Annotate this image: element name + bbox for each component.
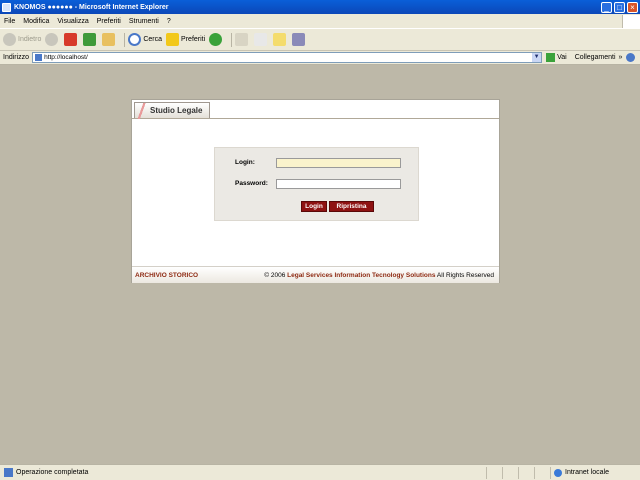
menu-help[interactable]: ? (163, 18, 175, 25)
copyright-rights: All Rights Reserved (436, 272, 494, 279)
window-title: KNOMOS ●●●●●● - Microsoft Internet Explo… (14, 3, 169, 11)
password-label: Password: (235, 180, 268, 187)
messenger-icon (292, 33, 306, 46)
security-zone: Intranet locale (550, 466, 630, 479)
menu-strumenti[interactable]: Strumenti (125, 18, 163, 25)
mail-icon (235, 33, 249, 46)
links-button[interactable]: Collegamenti (575, 54, 616, 61)
stop-icon (64, 33, 78, 46)
windows-logo-icon (622, 14, 640, 28)
maximize-button[interactable]: □ (614, 1, 625, 13)
address-input[interactable]: http://localhost/ ▼ (32, 52, 543, 63)
page-icon (35, 54, 43, 61)
history-icon (209, 33, 223, 46)
search-label: Cerca (143, 36, 163, 43)
status-cell (502, 466, 518, 479)
menu-modifica[interactable]: Modifica (19, 18, 53, 25)
standard-toolbar: Indietro Cerca Preferiti (0, 29, 640, 51)
refresh-button[interactable] (83, 33, 98, 46)
stop-button[interactable] (64, 33, 79, 46)
back-label: Indietro (18, 36, 42, 43)
home-button[interactable] (102, 33, 117, 46)
window-titlebar: KNOMOS ●●●●●● - Microsoft Internet Explo… (0, 0, 640, 14)
forward-button[interactable] (45, 33, 60, 46)
address-label: Indirizzo (3, 54, 30, 61)
toolbar-separator (124, 32, 126, 47)
tab-stripe-icon (137, 103, 147, 119)
address-url: http://localhost/ (44, 54, 88, 61)
intranet-icon (554, 468, 562, 477)
menu-visualizza[interactable]: Visualizza (53, 18, 92, 25)
history-button[interactable] (209, 33, 224, 46)
copyright: © 2006 Legal Services Information Tecnol… (264, 272, 494, 279)
refresh-icon (83, 33, 97, 46)
home-icon (102, 33, 116, 46)
ie-icon (2, 2, 11, 12)
password-input[interactable] (276, 179, 401, 189)
go-arrow-icon (546, 53, 556, 62)
panel-header: Studio Legale (132, 100, 499, 119)
copyright-org: Legal Services Information Tecnology Sol… (287, 272, 436, 279)
reset-button[interactable]: Ripristina (329, 201, 374, 212)
favorites-button[interactable]: Preferiti (166, 33, 205, 46)
links-chevron-icon[interactable]: » (619, 54, 623, 61)
star-icon (166, 33, 180, 46)
panel-title: Studio Legale (150, 106, 203, 115)
edit-button[interactable] (273, 33, 288, 46)
login-button[interactable]: Login (301, 201, 327, 212)
resize-grip[interactable] (630, 467, 640, 479)
edit-icon (273, 33, 287, 46)
back-arrow-icon (3, 33, 16, 46)
search-button[interactable]: Cerca (128, 33, 162, 46)
login-label: Login: (235, 159, 255, 166)
archive-link[interactable]: ARCHIVIO STORICO (135, 272, 198, 279)
print-icon (254, 33, 268, 46)
status-cell (486, 466, 502, 479)
favorites-label: Preferiti (181, 36, 206, 43)
norton-icon[interactable] (626, 53, 636, 62)
print-button[interactable] (254, 33, 269, 46)
address-bar: Indirizzo http://localhost/ ▼ Vai Colleg… (0, 51, 640, 65)
copyright-year: © 2006 (264, 272, 286, 279)
page-done-icon (4, 468, 13, 477)
mail-button[interactable] (235, 33, 250, 46)
login-panel: Studio Legale Login: Password: Login Rip… (131, 99, 500, 283)
minimize-button[interactable]: _ (601, 1, 612, 13)
back-button[interactable]: Indietro (3, 33, 41, 46)
status-bar: Operazione completata Intranet locale (0, 464, 640, 480)
status-cell (534, 466, 550, 479)
messenger-button[interactable] (292, 33, 307, 46)
login-form: Login: Password: Login Ripristina (214, 147, 419, 221)
menu-preferiti[interactable]: Preferiti (93, 18, 125, 25)
zone-label: Intranet locale (565, 469, 609, 476)
go-button[interactable]: Vai (546, 53, 567, 62)
go-label: Vai (557, 54, 567, 61)
status-text: Operazione completata (16, 469, 89, 476)
menu-bar: File Modifica Visualizza Preferiti Strum… (0, 14, 640, 29)
search-icon (128, 33, 142, 46)
panel-tab: Studio Legale (134, 102, 210, 119)
panel-footer: ARCHIVIO STORICO © 2006 Legal Services I… (132, 266, 499, 283)
chevron-down-icon[interactable]: ▼ (532, 53, 542, 62)
login-input[interactable] (276, 158, 401, 168)
status-cell (518, 466, 534, 479)
close-button[interactable]: × (627, 1, 638, 13)
toolbar-separator (231, 32, 233, 47)
page-viewport: Studio Legale Login: Password: Login Rip… (0, 66, 640, 464)
forward-arrow-icon (45, 33, 59, 46)
menu-file[interactable]: File (0, 18, 19, 25)
